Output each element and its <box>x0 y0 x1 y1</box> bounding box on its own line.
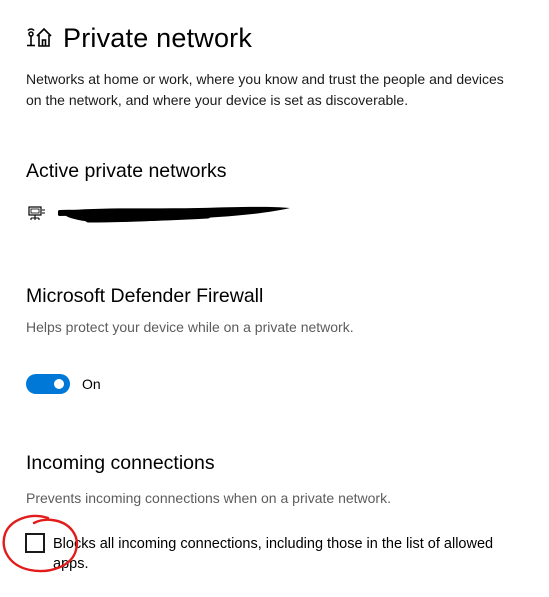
firewall-subtext: Helps protect your device while on a pri… <box>26 319 354 335</box>
firewall-toggle-label: On <box>82 376 101 392</box>
firewall-heading: Microsoft Defender Firewall <box>26 285 264 307</box>
private-network-page: Private network Networks at home or work… <box>0 0 549 597</box>
active-network-item <box>28 203 290 225</box>
active-networks-heading: Active private networks <box>26 160 227 182</box>
toggle-knob <box>54 379 64 389</box>
firewall-toggle-row: On <box>26 374 101 394</box>
incoming-connections-heading: Incoming connections <box>26 452 215 474</box>
page-description: Networks at home or work, where you know… <box>26 71 504 108</box>
page-header: Private network <box>25 20 252 56</box>
page-title: Private network <box>63 22 253 53</box>
block-incoming-checkbox[interactable] <box>25 533 45 553</box>
redacted-network-name <box>58 206 290 223</box>
block-incoming-checkbox-label[interactable]: Blocks all incoming connections, includi… <box>53 534 523 574</box>
ethernet-icon <box>28 206 45 220</box>
firewall-toggle[interactable] <box>26 374 70 394</box>
incoming-connections-subtext: Prevents incoming connections when on a … <box>26 490 391 506</box>
home-network-icon <box>27 27 52 47</box>
